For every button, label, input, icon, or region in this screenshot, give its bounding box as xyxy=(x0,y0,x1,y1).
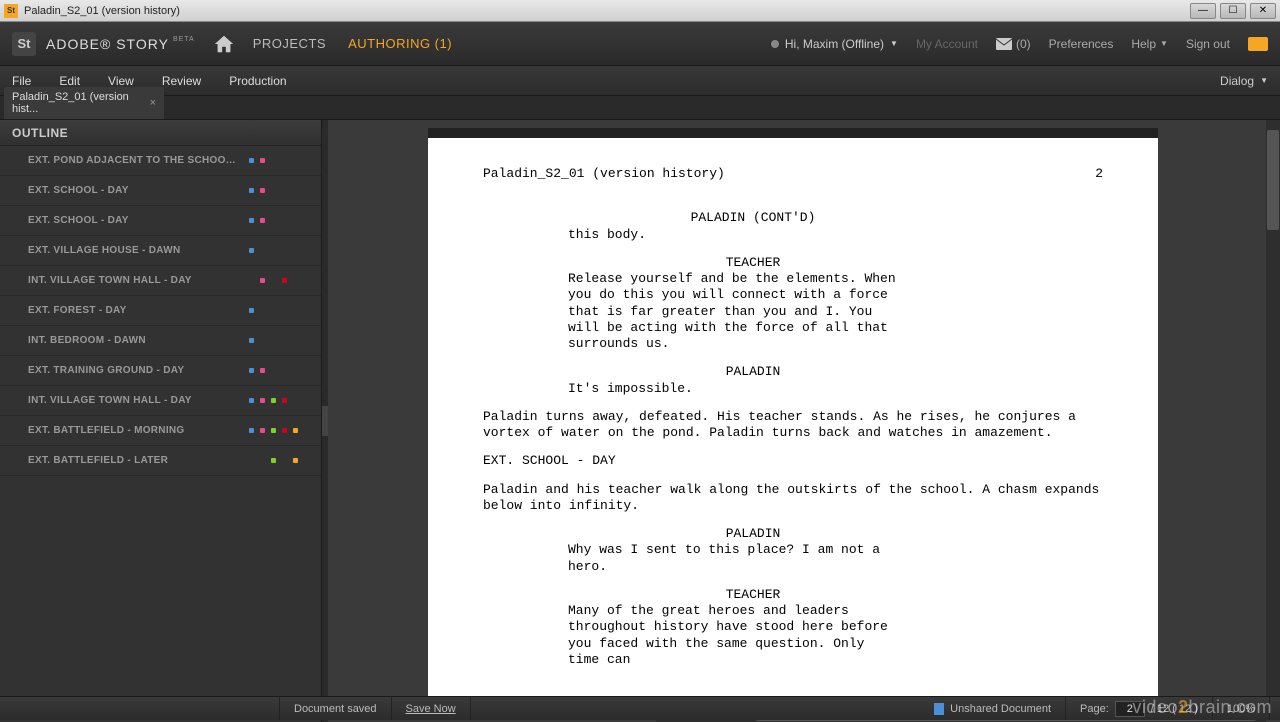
outline-item-label: EXT. TRAINING GROUND - DAY xyxy=(28,365,241,376)
help-dropdown[interactable]: Help ▼ xyxy=(1131,37,1168,51)
dialogue-block: Release yourself and be the elements. Wh… xyxy=(568,271,898,352)
outline-item-label: EXT. POND ADJACENT TO THE SCHOOL - ... xyxy=(28,155,241,166)
status-saved: Document saved xyxy=(280,697,392,720)
editor-area: Paladin_S2_01 (version history) 2 PALADI… xyxy=(328,120,1280,722)
action-block: Paladin turns away, defeated. His teache… xyxy=(483,409,1103,442)
tag-dots xyxy=(249,248,309,253)
menu-production[interactable]: Production xyxy=(229,74,286,88)
preferences-link[interactable]: Preferences xyxy=(1049,37,1114,51)
tag-dots xyxy=(249,338,309,343)
document-tabs: Paladin_S2_01 (version hist... × xyxy=(0,96,1280,120)
menubar: File Edit View Review Production Dialog▼ xyxy=(0,66,1280,96)
page-input[interactable] xyxy=(1115,701,1145,717)
dialogue-block: Many of the great heroes and leaders thr… xyxy=(568,603,898,668)
scene-heading: EXT. SCHOOL - DAY xyxy=(483,453,1103,469)
outline-item[interactable]: EXT. BATTLEFIELD - LATER xyxy=(0,446,321,476)
page-label: Page: xyxy=(1080,703,1109,715)
character-cue: PALADIN (CONT'D) xyxy=(613,210,893,226)
nav-projects[interactable]: PROJECTS xyxy=(253,36,326,51)
outline-item-label: INT. VILLAGE TOWN HALL - DAY xyxy=(28,395,241,406)
share-status: Unshared Document xyxy=(950,703,1051,715)
menu-view[interactable]: View xyxy=(108,74,134,88)
tag-dots xyxy=(249,218,309,223)
save-now-link[interactable]: Save Now xyxy=(406,703,456,715)
envelope-icon xyxy=(996,38,1012,50)
scrollbar-vertical[interactable] xyxy=(1266,120,1280,704)
caret-down-icon: ▼ xyxy=(890,39,898,48)
outline-item-label: EXT. VILLAGE HOUSE - DAWN xyxy=(28,245,241,256)
outline-item[interactable]: INT. VILLAGE TOWN HALL - DAY xyxy=(0,266,321,296)
outline-item-label: EXT. BATTLEFIELD - MORNING xyxy=(28,425,241,436)
statusbar: Document saved Save Now Unshared Documen… xyxy=(0,696,1280,720)
menu-review[interactable]: Review xyxy=(162,74,201,88)
home-icon[interactable] xyxy=(213,33,235,55)
outline-item-label: EXT. FOREST - DAY xyxy=(28,305,241,316)
script-viewport[interactable]: Paladin_S2_01 (version history) 2 PALADI… xyxy=(328,120,1280,722)
app-icon: St xyxy=(4,4,18,18)
tag-dots xyxy=(249,308,309,313)
outline-list: EXT. POND ADJACENT TO THE SCHOOL - ... EX… xyxy=(0,146,321,722)
outline-item[interactable]: EXT. FOREST - DAY xyxy=(0,296,321,326)
tag-dots xyxy=(249,188,309,193)
tag-dots xyxy=(249,278,309,283)
outline-header: OUTLINE xyxy=(0,120,321,146)
page-number: 2 xyxy=(1095,166,1103,182)
dialogue-block: Why was I sent to this place? I am not a… xyxy=(568,542,898,575)
outline-item[interactable]: INT. BEDROOM - DAWN xyxy=(0,326,321,356)
character-cue: TEACHER xyxy=(613,255,893,271)
outline-item[interactable]: INT. VILLAGE TOWN HALL - DAY xyxy=(0,386,321,416)
tag-dots xyxy=(249,398,309,403)
nav-authoring[interactable]: AUTHORING (1) xyxy=(348,36,452,51)
app-header: St ADOBE® STORYBETA PROJECTS AUTHORING (… xyxy=(0,22,1280,66)
outline-item-label: INT. BEDROOM - DAWN xyxy=(28,335,241,346)
page-total: / 12 ( 12 ) xyxy=(1151,703,1198,715)
outline-item-label: EXT. SCHOOL - DAY xyxy=(28,185,241,196)
character-cue: PALADIN xyxy=(613,364,893,380)
tag-dots xyxy=(249,458,309,463)
window-title: Paladin_S2_01 (version history) xyxy=(24,5,1190,17)
window-titlebar: St Paladin_S2_01 (version history) — ☐ ✕ xyxy=(0,0,1280,22)
tag-dots xyxy=(249,428,309,433)
menu-edit[interactable]: Edit xyxy=(59,74,80,88)
dialogue-block: this body. xyxy=(568,227,898,243)
element-type-dropdown[interactable]: Dialog▼ xyxy=(1220,74,1268,88)
brand-label: ADOBE® STORYBETA xyxy=(46,36,195,52)
close-button[interactable]: ✕ xyxy=(1250,3,1276,19)
tab-close-icon[interactable]: × xyxy=(150,97,156,109)
document-tab[interactable]: Paladin_S2_01 (version hist... × xyxy=(4,87,164,119)
outline-item[interactable]: EXT. POND ADJACENT TO THE SCHOOL - ... xyxy=(0,146,321,176)
outline-panel: OUTLINE EXT. POND ADJACENT TO THE SCHOOL… xyxy=(0,120,322,722)
zoom-level[interactable]: 100% xyxy=(1213,697,1270,720)
signout-link[interactable]: Sign out xyxy=(1186,37,1230,51)
outline-item[interactable]: EXT. SCHOOL - DAY xyxy=(0,206,321,236)
action-block: Paladin and his teacher walk along the o… xyxy=(483,482,1103,515)
character-cue: TEACHER xyxy=(613,587,893,603)
page-header-title: Paladin_S2_01 (version history) xyxy=(483,166,725,182)
outline-item-label: EXT. BATTLEFIELD - LATER xyxy=(28,455,241,466)
user-status-dropdown[interactable]: Hi, Maxim (Offline) ▼ xyxy=(771,37,898,51)
outline-item[interactable]: EXT. VILLAGE HOUSE - DAWN xyxy=(0,236,321,266)
script-page[interactable]: Paladin_S2_01 (version history) 2 PALADI… xyxy=(428,138,1158,700)
tag-dots xyxy=(249,158,309,163)
maximize-button[interactable]: ☐ xyxy=(1220,3,1246,19)
offline-status-icon xyxy=(771,40,779,48)
messages-button[interactable]: (0) xyxy=(996,37,1031,51)
outline-item-label: INT. VILLAGE TOWN HALL - DAY xyxy=(28,275,241,286)
my-account-link[interactable]: My Account xyxy=(916,37,978,51)
tag-dots xyxy=(249,368,309,373)
outline-item-label: EXT. SCHOOL - DAY xyxy=(28,215,241,226)
minimize-button[interactable]: — xyxy=(1190,3,1216,19)
menu-file[interactable]: File xyxy=(12,74,31,88)
character-cue: PALADIN xyxy=(613,526,893,542)
dialogue-block: It's impossible. xyxy=(568,381,898,397)
tab-label: Paladin_S2_01 (version hist... xyxy=(12,91,144,115)
outline-item[interactable]: EXT. BATTLEFIELD - MORNING xyxy=(0,416,321,446)
notification-icon[interactable] xyxy=(1248,37,1268,51)
outline-item[interactable]: EXT. SCHOOL - DAY xyxy=(0,176,321,206)
logo-icon: St xyxy=(12,32,36,56)
outline-item[interactable]: EXT. TRAINING GROUND - DAY xyxy=(0,356,321,386)
document-icon xyxy=(934,703,944,715)
